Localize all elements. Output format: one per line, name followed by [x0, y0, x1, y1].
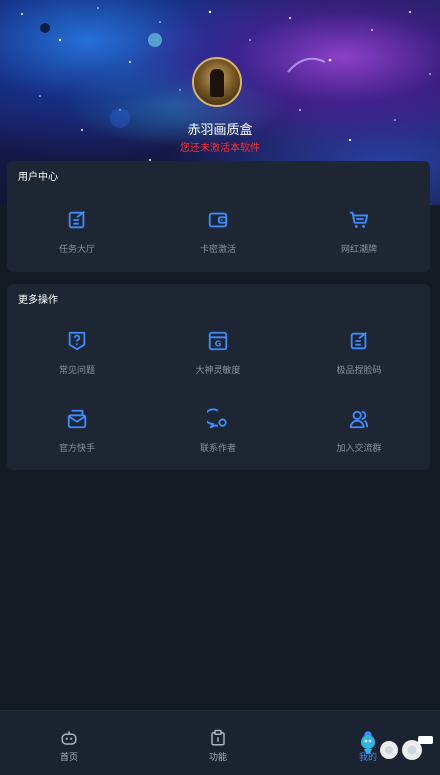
- card-activation-item[interactable]: 卡密激活: [148, 209, 288, 255]
- trend-brand-label: 网红潮牌: [340, 245, 377, 255]
- task-icon: [68, 211, 85, 229]
- edit-note-icon: [350, 332, 367, 350]
- help-shield-icon: [68, 331, 86, 351]
- svg-text:G: G: [215, 339, 222, 349]
- cart-icon: [349, 211, 369, 228]
- user-center-title: 用户中心: [18, 172, 58, 183]
- trend-brand-item[interactable]: 网红潮牌: [289, 209, 429, 255]
- more-actions-title: 更多操作: [18, 295, 58, 306]
- avatar-figure: [210, 69, 224, 97]
- activation-status: 您还未激活本软件: [180, 143, 260, 154]
- faq-item[interactable]: 常见问题: [7, 330, 147, 376]
- sensitivity-item[interactable]: G 大神灵敏度: [148, 330, 288, 376]
- wallet-icon: [208, 212, 228, 228]
- user-center-card: 用户中心 任务大厅 卡密激活 网红潮牌: [7, 161, 430, 272]
- sensitivity-label: 大神灵敏度: [195, 366, 241, 376]
- watermark-logo: [361, 735, 433, 760]
- nav-features-label: 功能: [208, 753, 227, 763]
- nav-home-label: 首页: [59, 753, 78, 763]
- robot-icon: [61, 731, 77, 745]
- card-activation-label: 卡密激活: [199, 245, 236, 255]
- avatar[interactable]: [192, 57, 242, 107]
- contact-author-label: 联系作者: [199, 444, 236, 454]
- nav-home[interactable]: 首页: [39, 729, 99, 763]
- g-window-icon: G: [208, 331, 228, 351]
- app-name: 赤羽画质盒: [187, 123, 253, 138]
- mail-icon: [67, 409, 87, 429]
- official-kuaishou-label: 官方快手: [58, 444, 95, 454]
- task-hall-item[interactable]: 任务大厅: [7, 209, 147, 255]
- join-group-label: 加入交流群: [336, 444, 382, 454]
- more-actions-card: 更多操作 常见问题 G 大神灵敏度 极品捏脸码 官方快手 联系作者 加入交流群: [7, 284, 430, 470]
- group-icon: [349, 410, 369, 429]
- official-kuaishou-item[interactable]: 官方快手: [7, 408, 147, 454]
- face-code-item[interactable]: 极品捏脸码: [289, 330, 429, 376]
- join-group-item[interactable]: 加入交流群: [289, 408, 429, 454]
- face-code-label: 极品捏脸码: [336, 366, 382, 376]
- contact-author-item[interactable]: 联系作者: [148, 408, 288, 454]
- faq-label: 常见问题: [58, 366, 95, 376]
- task-hall-label: 任务大厅: [58, 245, 95, 255]
- nav-features[interactable]: 功能: [188, 729, 248, 763]
- clipboard-icon: [211, 729, 225, 746]
- chat-icon: [207, 408, 227, 429]
